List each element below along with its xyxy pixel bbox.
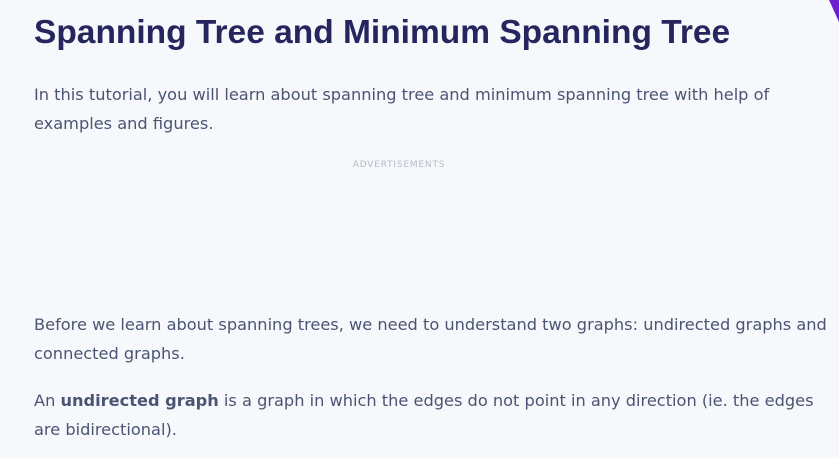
advertisements-label: ADVERTISEMENTS (352, 160, 446, 170)
page-title: Spanning Tree and Minimum Spanning Tree (34, 14, 731, 51)
undirected-graph-paragraph: An undirected graph is a graph in which … (34, 386, 829, 444)
undirected-graph-term: undirected graph (60, 391, 219, 410)
intro-paragraph: In this tutorial, you will learn about s… (34, 85, 770, 133)
paragraph-lead: An (34, 391, 61, 410)
corner-accent (829, 0, 839, 22)
graphs-intro-paragraph: Before we learn about spanning trees, we… (34, 315, 827, 363)
